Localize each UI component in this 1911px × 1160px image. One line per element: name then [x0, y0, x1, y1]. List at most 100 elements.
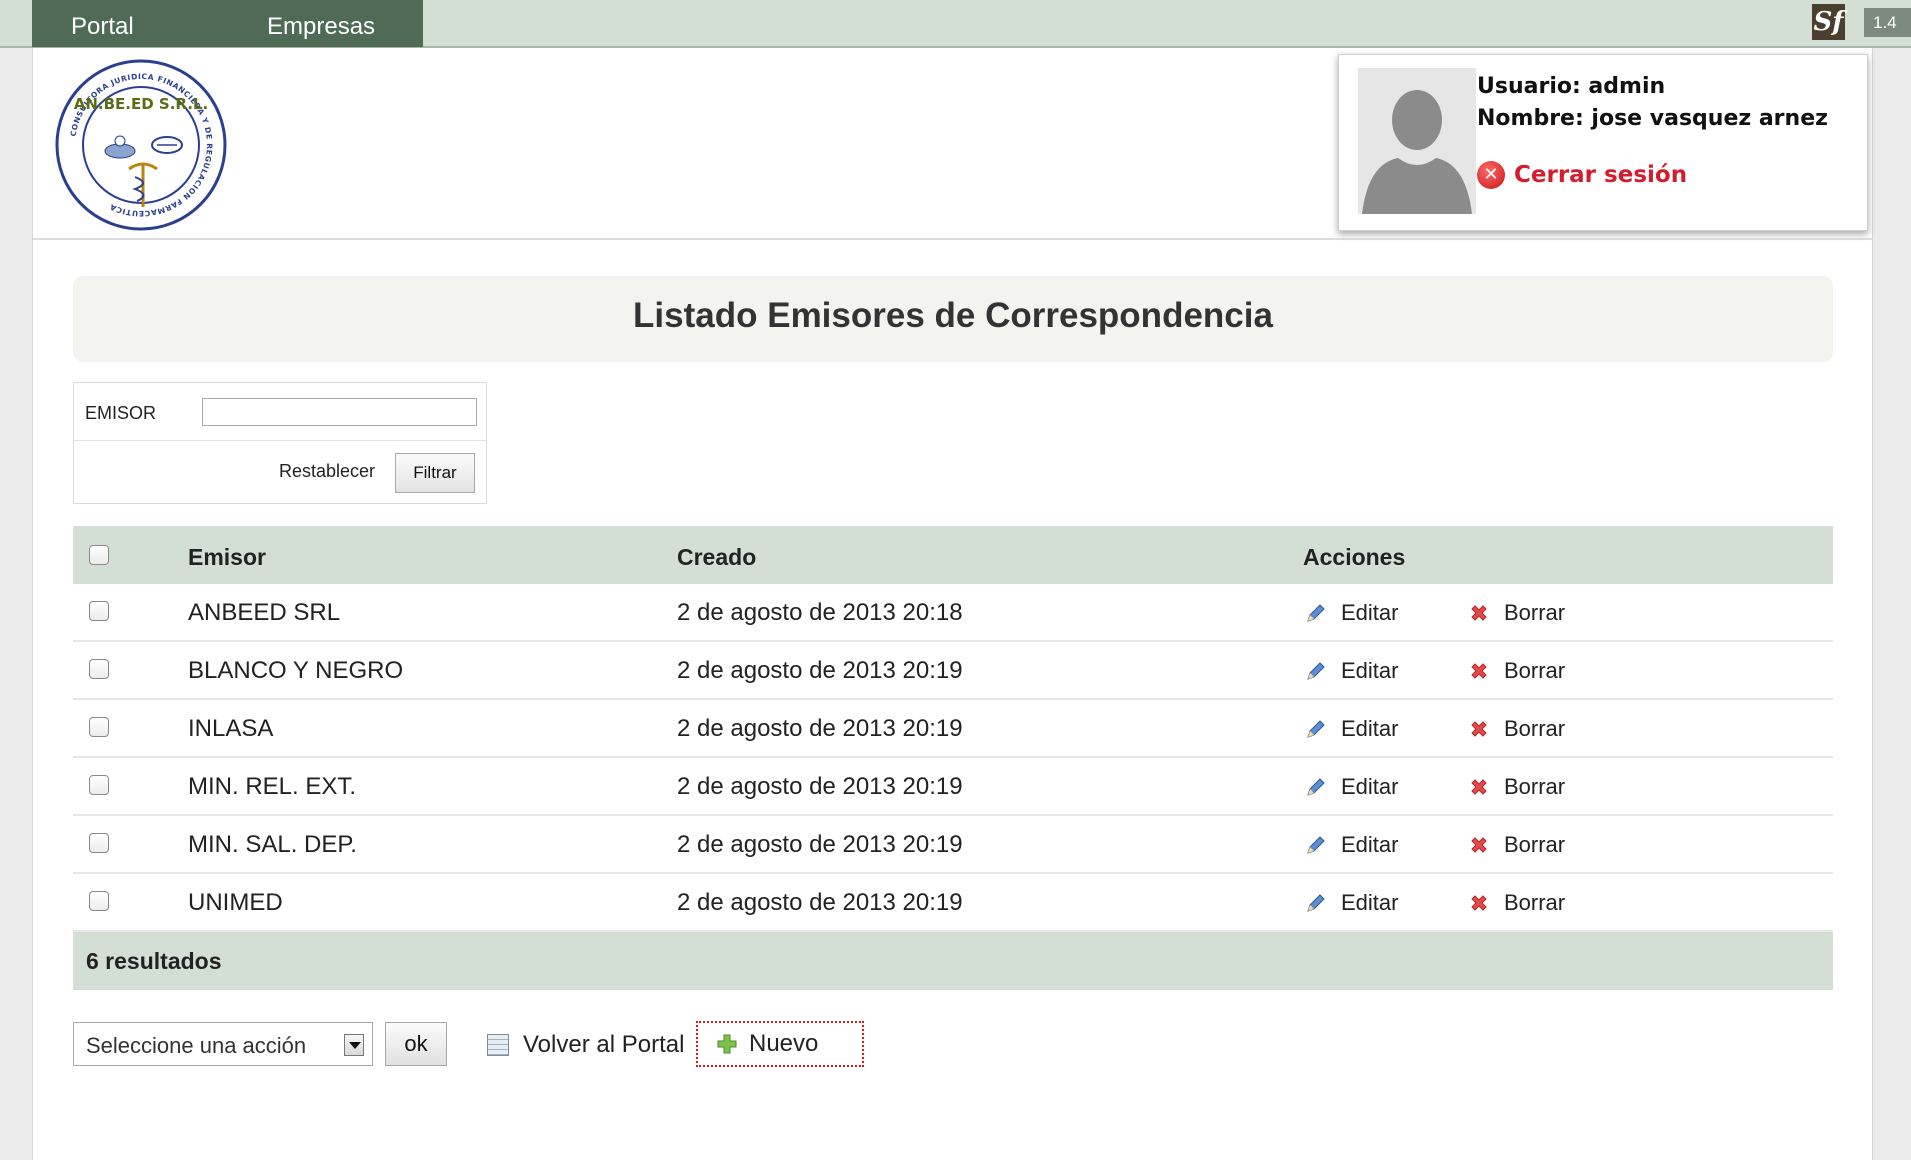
cell-creado: 2 de agosto de 2013 20:19: [677, 657, 963, 684]
column-header-acciones: Acciones: [1303, 544, 1406, 570]
pencil-icon: [1307, 720, 1325, 738]
row-checkbox[interactable]: [89, 717, 109, 737]
pencil-icon: [1307, 778, 1325, 796]
edit-label: Editar: [1341, 600, 1399, 625]
version-badge[interactable]: 1.4: [1864, 8, 1911, 37]
cross-icon: [1471, 837, 1487, 853]
table-row: MIN. SAL. DEP. 2 de agosto de 2013 20:19…: [73, 816, 1833, 874]
filter-emisor-label: EMISOR: [85, 403, 157, 423]
page-title-box: Listado Emisores de Correspondencia: [73, 276, 1833, 362]
filter-row: EMISOR: [74, 383, 486, 441]
edit-link[interactable]: Editar: [1305, 832, 1398, 858]
filter-form: EMISOR Restablecer Filtrar: [73, 382, 487, 504]
user-info-box: Usuario: admin Nombre: jose vasquez arne…: [1338, 54, 1868, 231]
filter-button[interactable]: Filtrar: [395, 453, 475, 493]
pencil-icon: [1307, 836, 1325, 854]
delete-label: Borrar: [1504, 658, 1566, 683]
chevron-down-icon: [344, 1034, 364, 1056]
user-fullname: Nombre: jose vasquez arnez: [1477, 106, 1828, 131]
row-checkbox[interactable]: [89, 891, 109, 911]
reset-filter-link[interactable]: Restablecer: [279, 461, 375, 482]
edit-label: Editar: [1341, 890, 1399, 915]
user-username: Usuario: admin: [1477, 74, 1666, 99]
edit-link[interactable]: Editar: [1305, 774, 1398, 800]
pencil-icon: [1307, 604, 1325, 622]
symfony-debug-badge[interactable]: Sf: [1812, 4, 1845, 40]
table-row: UNIMED 2 de agosto de 2013 20:19 Editar …: [73, 874, 1833, 932]
cell-creado: 2 de agosto de 2013 20:19: [677, 715, 963, 742]
list-icon: [487, 1034, 509, 1056]
table-row: MIN. REL. EXT. 2 de agosto de 2013 20:19…: [73, 758, 1833, 816]
cell-emisor: MIN. SAL. DEP.: [188, 831, 357, 858]
row-checkbox[interactable]: [89, 601, 109, 621]
table-row: ANBEED SRL 2 de agosto de 2013 20:18 Edi…: [73, 584, 1833, 642]
delete-link[interactable]: Borrar: [1468, 600, 1565, 626]
delete-link[interactable]: Borrar: [1468, 832, 1565, 858]
back-to-portal-link[interactable]: Volver al Portal: [473, 1031, 684, 1059]
edit-label: Editar: [1341, 832, 1399, 857]
delete-label: Borrar: [1504, 890, 1566, 915]
cell-emisor: MIN. REL. EXT.: [188, 773, 357, 800]
row-checkbox[interactable]: [89, 833, 109, 853]
edit-link[interactable]: Editar: [1305, 658, 1398, 684]
nav-portal-link[interactable]: Portal: [71, 13, 134, 41]
edit-link[interactable]: Editar: [1305, 716, 1398, 742]
header-divider: [33, 238, 1872, 240]
delete-label: Borrar: [1504, 716, 1566, 741]
cross-icon: [1471, 663, 1487, 679]
logout-label: Cerrar sesión: [1514, 162, 1688, 188]
delete-link[interactable]: Borrar: [1468, 716, 1565, 742]
delete-label: Borrar: [1504, 600, 1566, 625]
column-header-creado[interactable]: Creado: [677, 544, 756, 571]
row-checkbox[interactable]: [89, 775, 109, 795]
new-button[interactable]: Nuevo: [696, 1021, 864, 1067]
plus-icon: [717, 1034, 737, 1054]
select-all-checkbox[interactable]: [89, 545, 109, 565]
table-footer: 6 resultados: [73, 932, 1833, 990]
edit-label: Editar: [1341, 774, 1399, 799]
logo-wordmark: AN.BE.ED S.R.L.: [74, 95, 208, 113]
back-to-portal-label: Volver al Portal: [523, 1031, 685, 1058]
cross-icon: [1471, 779, 1487, 795]
new-label: Nuevo: [749, 1030, 819, 1057]
close-circle-icon: ✕: [1477, 161, 1505, 189]
pencil-icon: [1307, 662, 1325, 680]
pencil-icon: [1307, 894, 1325, 912]
delete-label: Borrar: [1504, 774, 1566, 799]
table-row: INLASA 2 de agosto de 2013 20:19 Editar …: [73, 700, 1833, 758]
batch-action-selected: Seleccione una acción: [86, 1033, 307, 1058]
main-panel: CONSULTORA JURIDICA FINANCIERA Y DE REGU…: [32, 48, 1873, 1160]
column-header-emisor[interactable]: Emisor: [188, 544, 266, 571]
delete-link[interactable]: Borrar: [1468, 658, 1565, 684]
batch-action-select[interactable]: Seleccione una acción: [73, 1022, 373, 1066]
table-row: BLANCO Y NEGRO 2 de agosto de 2013 20:19…: [73, 642, 1833, 700]
row-checkbox[interactable]: [89, 659, 109, 679]
avatar: [1358, 68, 1476, 214]
filter-emisor-input[interactable]: [202, 398, 477, 426]
edit-label: Editar: [1341, 716, 1399, 741]
table-header: Emisor Creado Acciones: [73, 526, 1833, 584]
edit-link[interactable]: Editar: [1305, 890, 1398, 916]
cell-creado: 2 de agosto de 2013 20:19: [677, 773, 963, 800]
company-logo: CONSULTORA JURIDICA FINANCIERA Y DE REGU…: [55, 59, 227, 231]
page-title: Listado Emisores de Correspondencia: [633, 296, 1273, 335]
cross-icon: [1471, 605, 1487, 621]
cross-icon: [1471, 721, 1487, 737]
cell-emisor: BLANCO Y NEGRO: [188, 657, 404, 684]
main-nav: Portal Empresas: [32, 0, 423, 47]
batch-ok-button[interactable]: ok: [385, 1022, 447, 1066]
edit-label: Editar: [1341, 658, 1399, 683]
emisores-table: Emisor Creado Acciones ANBEED SRL 2 de a…: [73, 526, 1833, 990]
nav-empresas-link[interactable]: Empresas: [267, 13, 375, 41]
delete-link[interactable]: Borrar: [1468, 890, 1565, 916]
delete-label: Borrar: [1504, 832, 1566, 857]
cell-creado: 2 de agosto de 2013 20:18: [677, 599, 963, 626]
logout-link[interactable]: ✕ Cerrar sesión: [1477, 161, 1687, 189]
cell-creado: 2 de agosto de 2013 20:19: [677, 831, 963, 858]
edit-link[interactable]: Editar: [1305, 600, 1398, 626]
cross-icon: [1471, 895, 1487, 911]
results-count: 6 resultados: [86, 948, 222, 974]
cell-emisor: ANBEED SRL: [188, 599, 341, 626]
delete-link[interactable]: Borrar: [1468, 774, 1565, 800]
cell-emisor: INLASA: [188, 715, 274, 742]
